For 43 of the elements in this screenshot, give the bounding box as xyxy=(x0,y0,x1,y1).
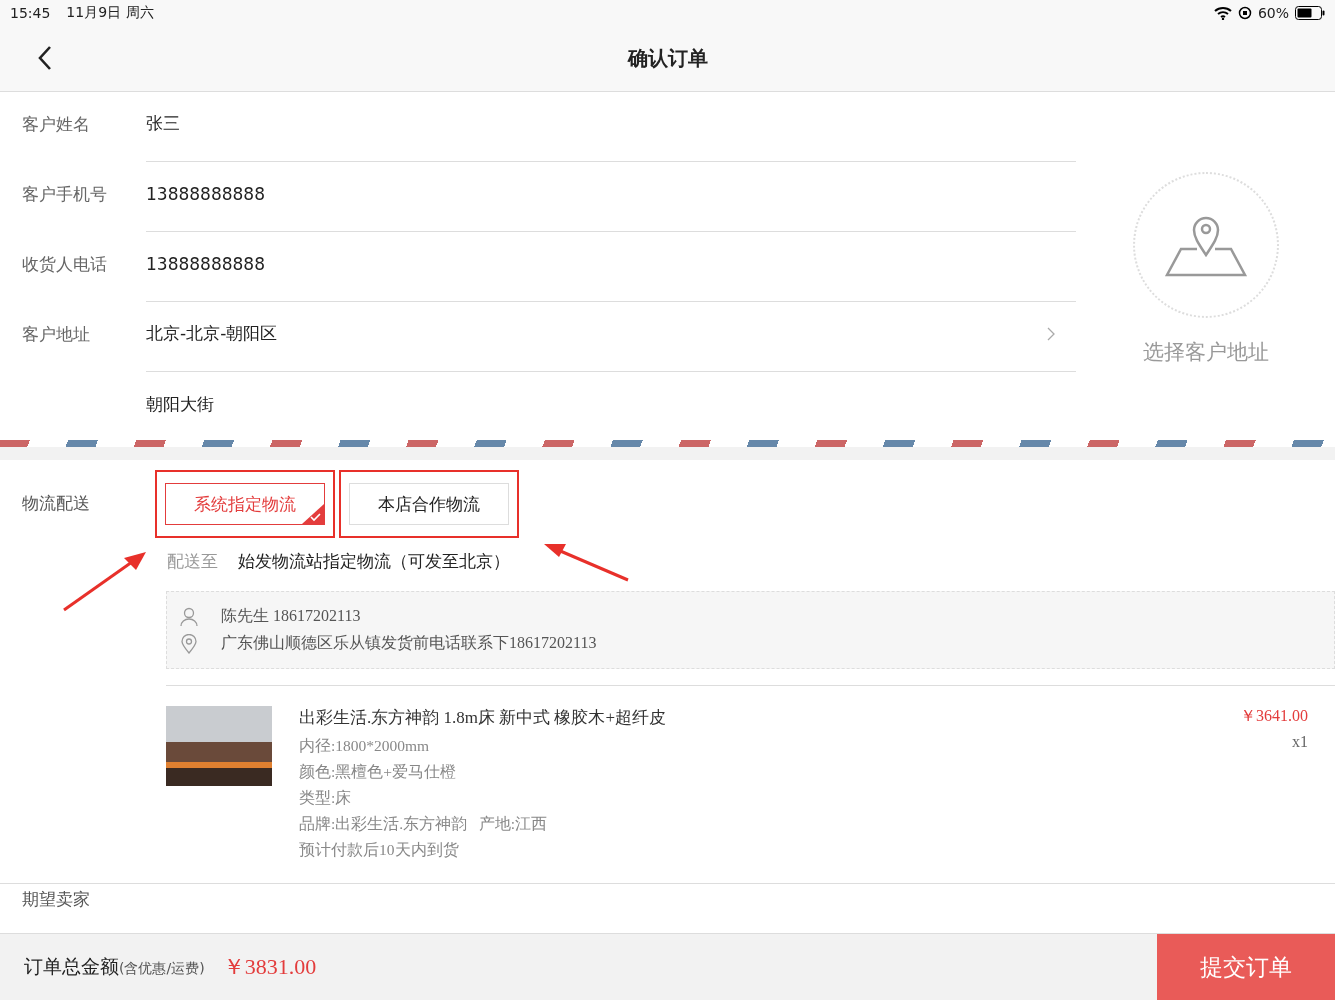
product-spec: 品牌:出彩生活.东方神韵 产地:江西 xyxy=(299,814,549,834)
total-note: (含优惠/运费) xyxy=(119,960,205,978)
battery-icon xyxy=(1295,5,1325,20)
person-icon xyxy=(179,606,199,627)
field-label: 收货人电话 xyxy=(21,253,108,276)
section-label: 物流配送 xyxy=(22,492,91,515)
field-value: 13888888888 xyxy=(146,183,265,204)
field-value: 北京-北京-朝阳区 xyxy=(146,322,278,345)
field-label: 客户地址 xyxy=(21,323,91,346)
page-title: 确认订单 xyxy=(627,44,708,72)
total-amount: ￥3831.00 xyxy=(222,953,317,981)
total-label: 订单总金额 xyxy=(24,954,119,979)
status-time: 15:45 xyxy=(10,4,51,21)
product-spec: 颜色:黑檀色+爱马仕橙 xyxy=(299,762,458,782)
logistics-option[interactable]: 本店合作物流 xyxy=(349,483,509,525)
orientation-lock-icon xyxy=(1237,5,1252,20)
location-icon xyxy=(179,633,199,654)
delivery-value: 始发物流站指定物流（可发至北京） xyxy=(238,550,510,573)
product-quantity: x1 xyxy=(1292,733,1308,751)
product-title: 出彩生活.东方神韵 1.8m床 新中式 橡胶木+超纤皮 xyxy=(299,707,668,729)
address-picker-button[interactable] xyxy=(1132,172,1279,318)
field-label: 客户手机号 xyxy=(21,183,108,206)
chevron-right-icon[interactable] xyxy=(1046,325,1056,342)
check-corner-icon xyxy=(302,504,324,524)
section-label: 期望卖家 xyxy=(22,889,90,909)
product-price: ￥3641.00 xyxy=(1240,706,1308,726)
product-spec: 预计付款后10天内到货 xyxy=(299,840,460,860)
field-value: 朝阳大街 xyxy=(146,392,214,416)
sender-contact: 陈先生 18617202113 xyxy=(221,606,361,626)
back-icon[interactable] xyxy=(37,45,53,71)
product-spec: 内径:1800*2000mm xyxy=(299,736,431,756)
logistics-option[interactable]: 系统指定物流 xyxy=(165,483,325,525)
battery-percent: 60% xyxy=(1257,4,1289,21)
product-spec: 类型:床 xyxy=(299,788,353,808)
sender-address: 广东佛山顺德区乐从镇发货前电话联系下18617202113 xyxy=(221,633,597,653)
status-date: 11月9日 周六 xyxy=(66,3,154,22)
delivery-label: 配送至 xyxy=(167,550,218,573)
wifi-icon xyxy=(1213,5,1232,20)
picker-label: 选择客户地址 xyxy=(1142,339,1269,366)
submit-button[interactable]: 提交订单 xyxy=(1157,934,1335,1000)
field-value: 张三 xyxy=(146,112,180,135)
field-label: 客户姓名 xyxy=(21,113,91,136)
field-value: 13888888888 xyxy=(146,253,265,274)
